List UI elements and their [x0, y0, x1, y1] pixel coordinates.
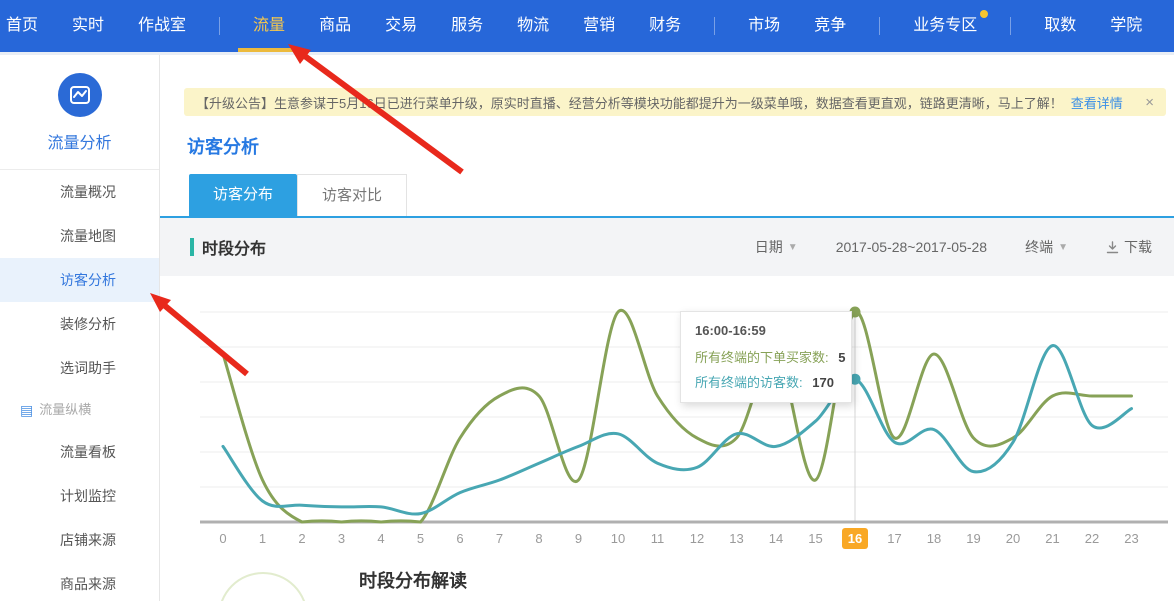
section-title: 时段分布 — [202, 235, 266, 259]
top-navigation: 首页 实时 作战室 流量 商品 交易 服务 物流 营销 财务 市场 竞争 业务专… — [0, 0, 1174, 52]
nav-item-traffic[interactable]: 流量 — [236, 0, 302, 52]
tab-visitor-distribution[interactable]: 访客分布 — [189, 174, 297, 216]
tab-visitor-comparison[interactable]: 访客对比 — [297, 174, 407, 216]
tooltip-row-buyers: 所有终端的下单买家数: 5 — [695, 347, 837, 366]
tooltip-value: 5 — [838, 350, 845, 365]
date-type-label: 日期 — [755, 237, 783, 257]
x-tick-label: 12 — [690, 531, 704, 546]
donut-chart-partial — [218, 572, 308, 601]
tab-bar: 访客分布 访客对比 — [160, 174, 1174, 216]
close-icon[interactable]: × — [1135, 94, 1154, 111]
nav-divider — [714, 17, 715, 35]
sidebar-item-shop-source[interactable]: 店铺来源 — [0, 518, 159, 562]
banner-detail-link[interactable]: 查看详情 — [1071, 93, 1123, 112]
sidebar-section-traffic-matrix: ▤ 流量纵横 — [0, 390, 159, 430]
tooltip-time-range: 16:00-16:59 — [695, 323, 837, 338]
nav-item-market[interactable]: 市场 — [731, 0, 797, 52]
date-range-picker[interactable]: 2017-05-28~2017-05-28 — [836, 239, 987, 255]
series-line-0 — [223, 310, 1132, 522]
x-tick-label: 19 — [966, 531, 980, 546]
sidebar-item-plan-monitor[interactable]: 计划监控 — [0, 474, 159, 518]
nav-item-academy[interactable]: 学院 — [1093, 0, 1159, 52]
download-button[interactable]: 下载 — [1106, 237, 1152, 257]
x-tick-label: 20 — [1006, 531, 1020, 546]
nav-divider — [1010, 17, 1011, 35]
x-tick-label: 4 — [377, 531, 384, 546]
x-tick-label: 14 — [769, 531, 783, 546]
x-tick-label: 15 — [808, 531, 822, 546]
x-tick-label: 8 — [535, 531, 542, 546]
x-tick-label: 7 — [496, 531, 503, 546]
section-accent-bar — [190, 238, 194, 256]
sidebar-section-label: 流量纵横 — [39, 390, 91, 430]
panel-header: 时段分布 日期 ▼ 2017-05-28~2017-05-28 终端 ▼ — [160, 218, 1174, 276]
ledger-icon: ▤ — [20, 390, 33, 430]
tooltip-label: 所有终端的访客数: — [695, 375, 803, 390]
nav-divider — [219, 17, 220, 35]
sidebar-item-word-picker[interactable]: 选词助手 — [0, 346, 159, 390]
nav-item-realtime[interactable]: 实时 — [55, 0, 121, 52]
x-tick-label: 11 — [651, 531, 665, 546]
traffic-analysis-icon — [58, 73, 102, 117]
nav-item-competition[interactable]: 竞争 — [797, 0, 863, 52]
nav-item-data-fetch[interactable]: 取数 — [1027, 0, 1093, 52]
chevron-down-icon: ▼ — [1058, 242, 1068, 253]
upgrade-notice-banner: 【升级公告】生意参谋于5月16日已进行菜单升级，原实时直播、经营分析等模块功能都… — [184, 88, 1166, 116]
sidebar-item-product-source[interactable]: 商品来源 — [0, 562, 159, 601]
nav-item-products[interactable]: 商品 — [302, 0, 368, 52]
tooltip-row-visitors: 所有终端的访客数: 170 — [695, 372, 837, 391]
tooltip-label: 所有终端的下单买家数: — [695, 350, 829, 365]
notification-dot-badge — [980, 10, 988, 18]
sidebar-item-traffic-board[interactable]: 流量看板 — [0, 430, 159, 474]
x-tick-label: 5 — [417, 531, 424, 546]
chart-canvas[interactable]: 01234567891011121314151617181920212223 — [160, 276, 1173, 559]
sidebar-item-traffic-map[interactable]: 流量地图 — [0, 214, 159, 258]
x-tick-label: 17 — [887, 531, 901, 546]
x-tick-label: 16 — [848, 531, 862, 546]
nav-item-home[interactable]: 首页 — [0, 0, 55, 52]
nav-item-label: 业务专区 — [913, 17, 977, 34]
chart-tooltip: 16:00-16:59 所有终端的下单买家数: 5 所有终端的访客数: 170 — [680, 311, 852, 403]
nav-item-service[interactable]: 服务 — [434, 0, 500, 52]
chevron-down-icon: ▼ — [788, 242, 798, 253]
nav-item-logistics[interactable]: 物流 — [500, 0, 566, 52]
time-distribution-chart[interactable]: 01234567891011121314151617181920212223 1… — [160, 276, 1174, 559]
x-tick-label: 3 — [338, 531, 345, 546]
sidebar: 流量分析 流量概况 流量地图 访客分析 装修分析 选词助手 ▤ 流量纵横 流量看… — [0, 55, 160, 601]
sidebar-item-decoration-analysis[interactable]: 装修分析 — [0, 302, 159, 346]
terminal-label: 终端 — [1025, 237, 1053, 257]
sidebar-item-visitor-analysis[interactable]: 访客分析 — [0, 258, 159, 302]
x-tick-label: 21 — [1045, 531, 1059, 546]
sidebar-header: 流量分析 — [0, 55, 159, 170]
page-title: 访客分析 — [187, 133, 1174, 159]
interpretation-title: 时段分布解读 — [359, 567, 467, 593]
nav-item-business-zone[interactable]: 业务专区 — [896, 0, 994, 52]
banner-text: 【升级公告】生意参谋于5月16日已进行菜单升级，原实时直播、经营分析等模块功能都… — [196, 93, 1063, 112]
x-tick-label: 18 — [927, 531, 941, 546]
x-tick-label: 13 — [729, 531, 743, 546]
date-type-dropdown[interactable]: 日期 ▼ — [755, 237, 798, 257]
interpretation-section: 时段分布解读 — [160, 559, 1174, 601]
x-tick-label: 1 — [259, 531, 266, 546]
sidebar-title: 流量分析 — [0, 129, 159, 153]
download-label: 下载 — [1124, 237, 1152, 257]
x-tick-label: 0 — [219, 531, 226, 546]
nav-item-marketing[interactable]: 营销 — [566, 0, 632, 52]
nav-divider — [879, 17, 880, 35]
x-tick-label: 2 — [298, 531, 305, 546]
download-icon — [1106, 241, 1119, 254]
x-tick-label: 10 — [611, 531, 625, 546]
nav-item-finance[interactable]: 财务 — [632, 0, 698, 52]
x-tick-label: 22 — [1085, 531, 1099, 546]
nav-item-transactions[interactable]: 交易 — [368, 0, 434, 52]
nav-item-warroom[interactable]: 作战室 — [121, 0, 203, 52]
x-tick-label: 9 — [575, 531, 582, 546]
terminal-dropdown[interactable]: 终端 ▼ — [1025, 237, 1068, 257]
main-content: 【升级公告】生意参谋于5月16日已进行菜单升级，原实时直播、经营分析等模块功能都… — [160, 55, 1174, 601]
x-tick-label: 6 — [456, 531, 463, 546]
series-line-1 — [223, 346, 1132, 515]
x-tick-label: 23 — [1124, 531, 1138, 546]
tooltip-value: 170 — [812, 375, 834, 390]
sidebar-item-traffic-overview[interactable]: 流量概况 — [0, 170, 159, 214]
